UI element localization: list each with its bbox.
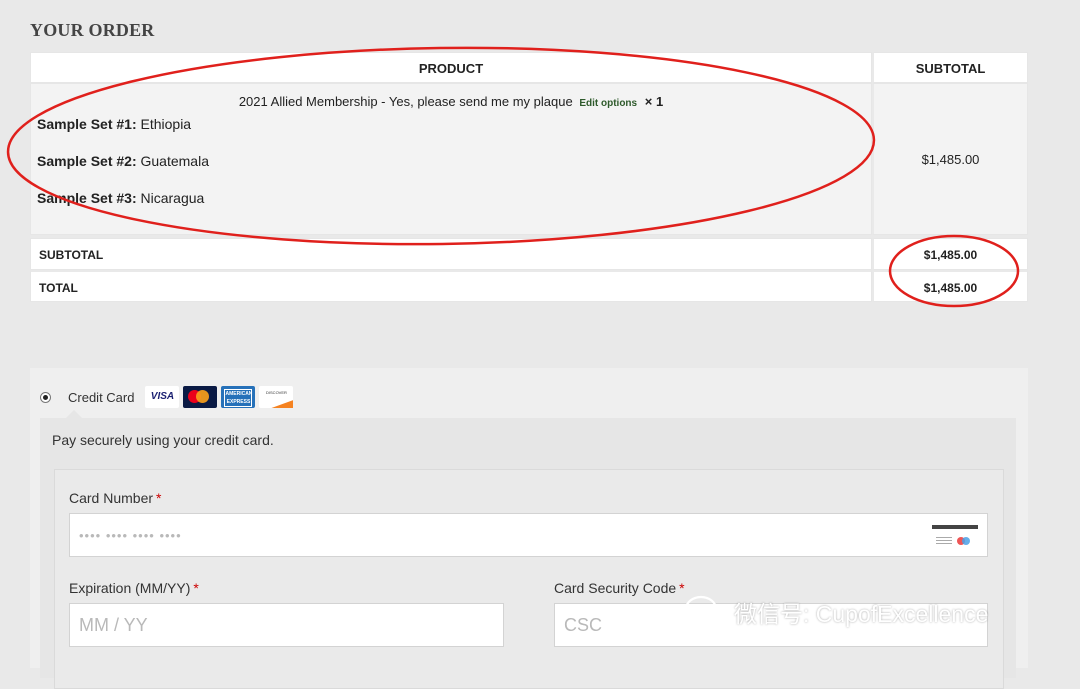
credit-card-label[interactable]: Credit Card <box>68 390 134 405</box>
subtotal-label: SUBTOTAL <box>30 238 872 270</box>
product-quantity: × 1 <box>644 94 664 109</box>
sample-set-value: Ethiopia <box>140 116 192 132</box>
order-table-header: PRODUCT SUBTOTAL <box>30 52 1028 83</box>
card-number-label: Card Number * <box>69 490 162 506</box>
card-number-input[interactable]: •••• •••• •••• •••• <box>69 513 988 557</box>
sample-set-value: Nicaragua <box>140 190 205 206</box>
wechat-watermark: 微信号: CupofExcellence <box>684 595 988 629</box>
sample-set-label: Sample Set #2: <box>37 153 137 169</box>
sample-set-label: Sample Set #1: <box>37 116 137 132</box>
subtotal-row: SUBTOTAL $1,485.00 <box>30 238 1028 270</box>
total-value: $1,485.00 <box>872 270 1028 302</box>
card-brands: VISA AMERICAN EXPRESS DISCOVER <box>145 386 294 408</box>
expiration-input[interactable]: MM / YY <box>69 603 504 647</box>
credit-card-radio[interactable] <box>40 391 51 403</box>
order-item-product: 2021 Allied Membership - Yes, please sen… <box>30 83 872 235</box>
payment-description: Pay securely using your credit card. <box>52 432 274 448</box>
product-column-header: PRODUCT <box>30 52 872 83</box>
card-fields: Card Number * •••• •••• •••• •••• Expirat… <box>54 469 1004 689</box>
order-title: YOUR ORDER <box>30 20 155 40</box>
wechat-icon <box>684 595 727 628</box>
sample-set-label: Sample Set #3: <box>37 190 137 206</box>
order-item-row: 2021 Allied Membership - Yes, please sen… <box>30 83 1028 235</box>
subtotal-value: $1,485.00 <box>872 238 1028 270</box>
sample-set-3: Sample Set #3: Nicaragua <box>37 190 204 206</box>
product-line: 2021 Allied Membership - Yes, please sen… <box>31 94 871 109</box>
sample-set-2: Sample Set #2: Guatemala <box>37 153 209 169</box>
amex-logo-icon: AMERICAN EXPRESS <box>221 386 256 408</box>
subtotal-column-header: SUBTOTAL <box>872 52 1028 83</box>
order-item-line-total: $1,485.00 <box>872 83 1028 235</box>
mastercard-logo-icon <box>183 386 218 408</box>
product-name: 2021 Allied Membership - Yes, please sen… <box>238 94 573 109</box>
edit-options-link[interactable]: Edit options <box>579 98 637 109</box>
total-label: TOTAL <box>30 270 872 302</box>
watermark-text: 微信号: CupofExcellence <box>734 601 989 627</box>
credit-card-panel: Pay securely using your credit card. Car… <box>40 410 1016 689</box>
discover-logo-icon: DISCOVER <box>259 386 294 408</box>
credit-card-method[interactable]: Credit Card VISA AMERICAN EXPRESS DISCOV… <box>40 386 294 408</box>
csc-label: Card Security Code * <box>554 580 685 596</box>
sample-set-value: Guatemala <box>140 153 209 169</box>
credit-card-icon <box>932 525 978 549</box>
visa-logo-icon: VISA <box>145 386 180 408</box>
expiration-label: Expiration (MM/YY) * <box>69 580 199 596</box>
order-table: PRODUCT SUBTOTAL 2021 Allied Membership … <box>30 52 1028 302</box>
sample-set-1: Sample Set #1: Ethiopia <box>37 116 191 132</box>
total-row: TOTAL $1,485.00 <box>30 270 1028 302</box>
